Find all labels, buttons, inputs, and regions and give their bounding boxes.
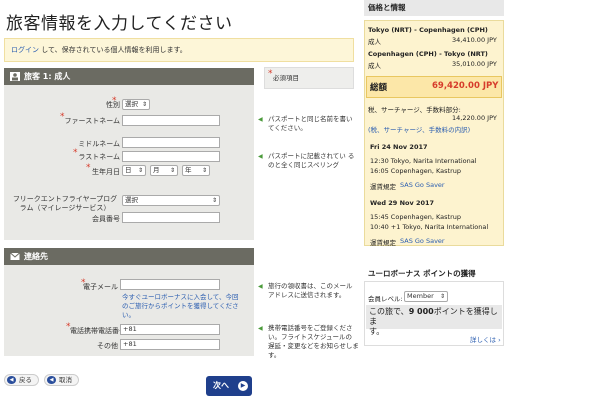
- triangle-icon: ◀: [258, 116, 263, 123]
- birth-day-select[interactable]: 日 ⇕: [122, 165, 146, 176]
- help-email: ◀ 旅行の領収書は、このメール アドレスに送信されます。: [258, 282, 353, 299]
- triangle-icon: ◀: [258, 153, 263, 160]
- triangle-icon: ◀: [258, 283, 263, 290]
- member-number-label: 会員番号: [92, 215, 120, 223]
- arrow-right-icon: ▶: [238, 381, 248, 391]
- gender-select[interactable]: 選択 ⇕: [122, 99, 150, 110]
- eurobonus-header: ユーロボーナス ポイントの獲得: [364, 266, 504, 282]
- flight1-arrival: 16:05 Copenhagen, Kastrup: [370, 167, 462, 175]
- chevron-down-icon: ⇕: [201, 167, 207, 174]
- tax-value: 14,220.00 JPY: [452, 114, 497, 122]
- flight1-fare-label: 運賃規定: [370, 183, 396, 191]
- points-box: この旅で、9 000ポイントを獲得しま す。: [366, 305, 502, 336]
- route2-price: 35,010.00 JPY: [452, 60, 497, 68]
- route2-name: Copenhagen (CPH) - Tokyo (NRT): [368, 50, 488, 58]
- ffp-select[interactable]: 選択 ⇕: [122, 195, 220, 206]
- first-name-label: ファーストネーム: [64, 117, 120, 125]
- route1-price: 34,410.00 JPY: [452, 36, 497, 44]
- required-note-text: 必須項目: [273, 74, 299, 82]
- flight2-fare-label: 運賃規定: [370, 239, 396, 247]
- birth-month-select[interactable]: 月 ⇕: [150, 165, 178, 176]
- passenger-header-text: 旅客 1: 成人: [24, 72, 71, 81]
- help-phone: ◀ 携帯電話番号をご登録くださ い。フライトスケジュールの 遅延・変更などをお知らせ…: [258, 324, 359, 359]
- envelope-icon: [10, 252, 20, 260]
- chevron-down-icon: ⇕: [141, 101, 147, 108]
- flight1-departure: 12:30 Tokyo, Narita International: [370, 157, 477, 165]
- chevron-down-icon: ⇕: [211, 197, 217, 204]
- tax-breakdown-link[interactable]: (税、サーチャージ、手数料の内訳): [368, 124, 470, 134]
- member-level-select[interactable]: Member ⇕: [404, 291, 448, 302]
- other-phone-label: その他: [97, 342, 118, 350]
- person-icon: [10, 72, 20, 81]
- help-last-name: ◀ パスポートに記載されてい るのと全く同じスペリング: [258, 152, 355, 169]
- flight2-departure: 15:45 Copenhagen, Kastrup: [370, 213, 462, 221]
- passenger-header: 旅客 1: 成人: [4, 68, 254, 85]
- login-text: して、保存されている個人情報を利用します。: [39, 46, 187, 54]
- total-value: 69,420.00 JPY: [432, 81, 499, 91]
- birthdate-label: 生年月日: [92, 168, 120, 176]
- login-link[interactable]: ログイン: [11, 46, 39, 54]
- birth-year-select[interactable]: 年 ⇕: [182, 165, 210, 176]
- flight2-fare-link[interactable]: SAS Go Saver: [400, 237, 445, 245]
- triangle-icon: ◀: [258, 325, 263, 332]
- ffp-label: フリークエントフライヤープログ ラム（マイレージサービス）: [12, 195, 118, 212]
- email-label: 電子メール: [83, 283, 118, 291]
- mobile-label: 携帯電話番号: [84, 327, 126, 335]
- gender-label: 性別: [106, 101, 120, 109]
- first-name-input[interactable]: [122, 115, 220, 126]
- last-name-input[interactable]: [122, 151, 220, 162]
- chevron-down-icon: ⇕: [137, 167, 143, 174]
- required-note-box: * 必須項目: [264, 67, 354, 89]
- route1-name: Tokyo (NRT) - Copenhagen (CPH): [368, 26, 488, 34]
- contact-header: 連絡先: [4, 248, 254, 265]
- total-label: 総額: [370, 83, 388, 93]
- mobile-phone-input[interactable]: +81: [120, 324, 220, 335]
- price-header: 価格と情報: [364, 0, 504, 16]
- flight1-fare-link[interactable]: SAS Go Saver: [400, 181, 445, 189]
- flight2-date: Wed 29 Nov 2017: [370, 199, 435, 207]
- route2-pax: 成人: [368, 62, 381, 70]
- last-name-label: ラストネーム: [78, 153, 120, 161]
- eurobonus-join-text: 今すぐユーロボーナスに入会して、今回 のご旅行からポイントを獲得してくださ い。: [122, 293, 239, 319]
- middle-name-input[interactable]: [122, 137, 220, 148]
- other-phone-input[interactable]: +81: [120, 339, 220, 350]
- member-number-input[interactable]: [122, 212, 220, 223]
- contact-header-text: 連絡先: [24, 252, 48, 261]
- email-input[interactable]: [120, 279, 220, 290]
- cancel-icon: ◀: [47, 376, 56, 384]
- login-notice: ログイン して、保存されている個人情報を利用します。: [4, 38, 354, 62]
- arrow-left-icon: ◀: [7, 376, 16, 384]
- next-button[interactable]: 次へ ▶: [206, 376, 252, 396]
- phone-label: 電話: [70, 327, 84, 335]
- help-first-name: ◀ パスポートと同じ名前を書い てください。: [258, 115, 353, 132]
- flight1-date: Fri 24 Nov 2017: [370, 143, 428, 151]
- page-title: 旅客情報を入力してください: [6, 14, 233, 34]
- member-level-label: 会員レベル:: [368, 295, 403, 303]
- tax-label: 税、サーチャージ、手数料部分:: [368, 106, 461, 114]
- route1-pax: 成人: [368, 38, 381, 46]
- chevron-down-icon: ⇕: [439, 293, 445, 300]
- flight2-arrival: 10:40 +1 Tokyo, Narita International: [370, 223, 489, 231]
- middle-name-label: ミドルネーム: [78, 140, 120, 148]
- chevron-down-icon: ⇕: [169, 167, 175, 174]
- back-button[interactable]: ◀ 戻る: [4, 374, 39, 386]
- cancel-button[interactable]: ◀ 取消: [44, 374, 79, 386]
- details-link[interactable]: 詳しくは ›: [470, 334, 501, 344]
